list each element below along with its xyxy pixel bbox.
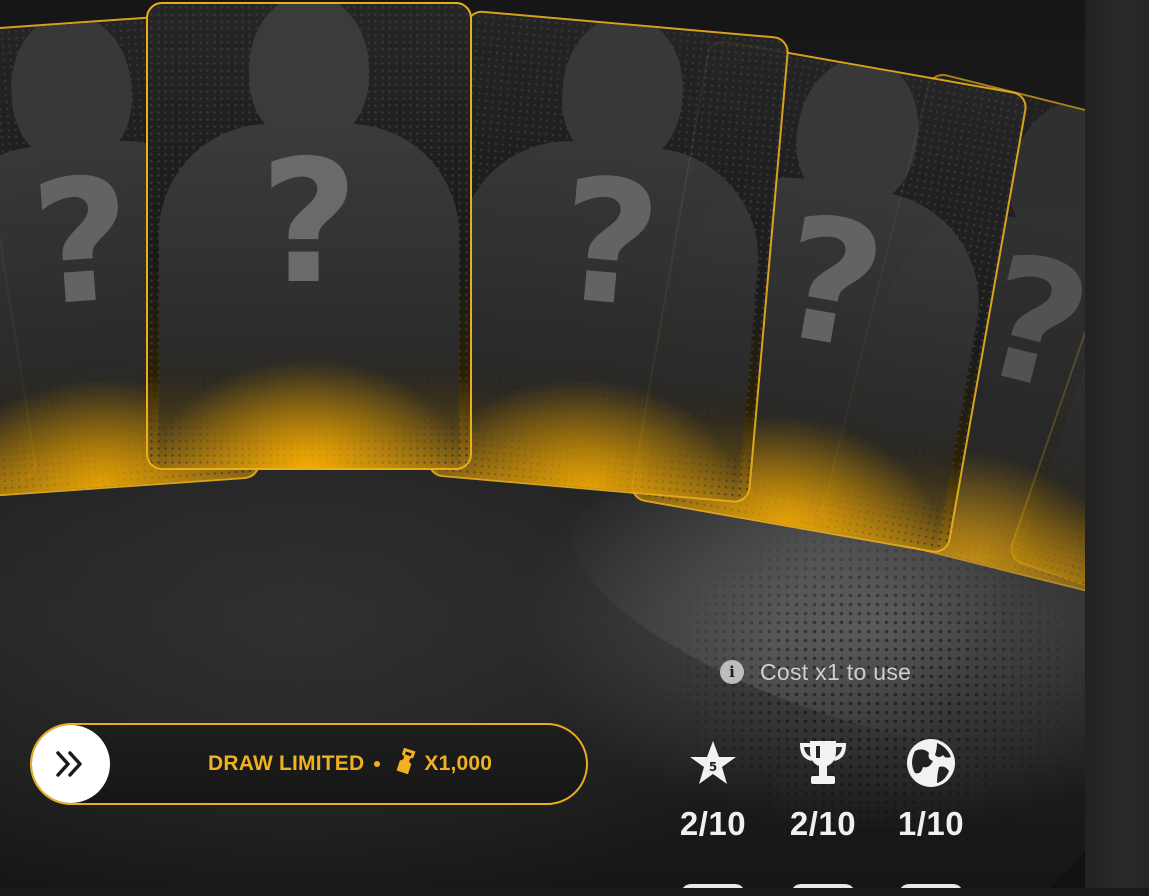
bottom-divider xyxy=(0,888,1149,896)
trophy-icon xyxy=(773,735,873,791)
side-panel xyxy=(1085,0,1149,896)
info-icon[interactable]: i xyxy=(720,660,744,684)
stat-stars: 5 2/10 xyxy=(663,735,763,843)
ticket-icon xyxy=(394,746,418,782)
draw-stage: ? ? ? ? ? ? ? i Cost x1 to xyxy=(0,0,1085,888)
stat-globe-value: 1/10 xyxy=(897,805,965,842)
cost-info: i Cost x1 to use xyxy=(720,656,911,688)
separator-dot xyxy=(374,761,381,767)
stat-stars-value: 2/10 xyxy=(679,805,747,842)
star-icon: 5 xyxy=(663,735,763,791)
draw-button-content: DRAW LIMITED X1,000 xyxy=(208,725,492,803)
card-glow xyxy=(148,298,470,468)
globe-icon xyxy=(881,735,981,791)
question-mark: ? xyxy=(259,124,359,322)
mystery-card-right-1: ? xyxy=(426,9,790,504)
stat-trophy: 2/10 xyxy=(773,735,873,843)
cost-text: Cost x1 to use xyxy=(760,658,912,685)
draw-cost: X1,000 xyxy=(424,752,493,775)
draw-limited-button[interactable]: DRAW LIMITED X1,000 xyxy=(30,723,588,805)
star-badge: 5 xyxy=(709,760,717,774)
stat-trophy-value: 2/10 xyxy=(789,805,857,842)
silhouette-head xyxy=(249,4,369,144)
double-chevron-right-icon[interactable] xyxy=(32,725,110,803)
mystery-card-center: ? xyxy=(146,2,472,470)
stat-globe: 1/10 xyxy=(881,735,981,843)
card-glow xyxy=(428,304,763,502)
draw-label: DRAW LIMITED xyxy=(208,752,365,775)
